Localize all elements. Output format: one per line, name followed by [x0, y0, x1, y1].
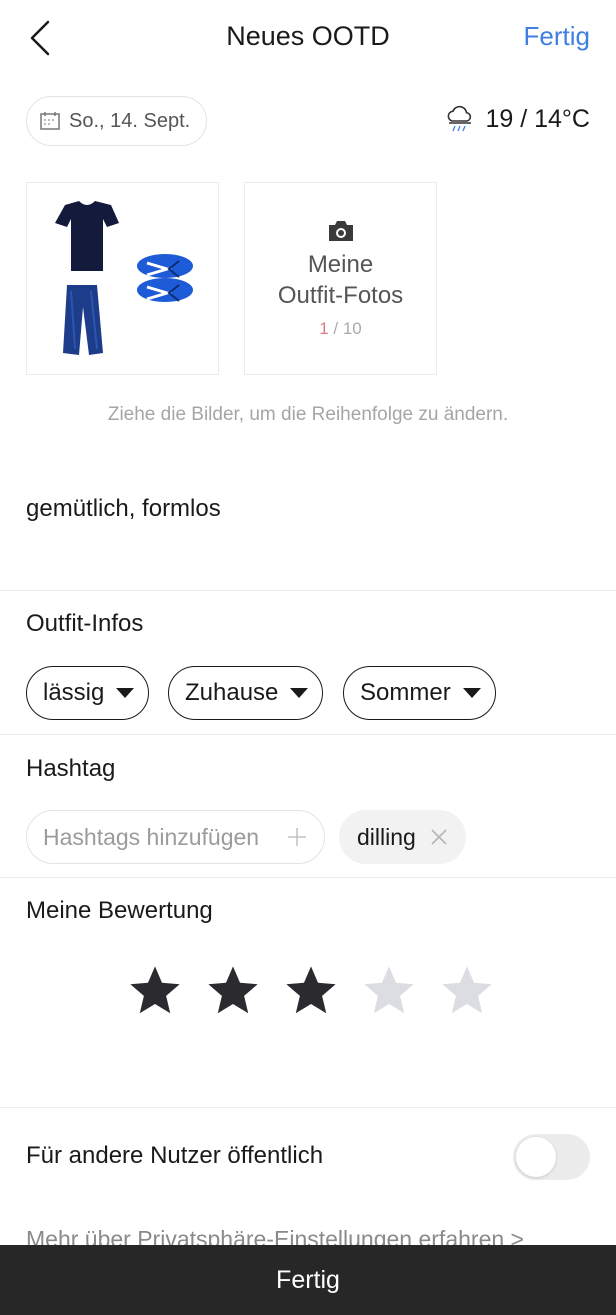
calendar-icon: [40, 112, 60, 130]
top-bar: Neues OOTD Fertig: [0, 0, 616, 76]
outfit-info-title: Outfit-Infos: [26, 610, 144, 637]
divider: [0, 1107, 616, 1108]
done-button-top[interactable]: Fertig: [524, 21, 590, 52]
rating-title: Meine Bewertung: [26, 897, 213, 924]
date-label: So., 14. Sept.: [69, 109, 191, 132]
chip-occasion[interactable]: Zuhause: [168, 666, 324, 720]
star-filled-icon[interactable]: [282, 962, 340, 1020]
plus-icon: [288, 828, 306, 846]
caret-down-icon: [290, 688, 309, 698]
weather-info: 19 / 14°C: [445, 104, 590, 134]
date-picker[interactable]: So., 14. Sept.: [26, 96, 208, 146]
public-toggle-label: Für andere Nutzer öffentlich: [26, 1142, 324, 1169]
outfit-collage-card[interactable]: [26, 182, 219, 375]
photo-count-total: / 10: [328, 318, 362, 338]
chip-label: lässig: [43, 679, 105, 706]
caret-down-icon: [462, 688, 481, 698]
hashtag-tag: dilling: [339, 810, 466, 864]
add-outfit-photo-card[interactable]: Meine Outfit-Fotos 1 / 10: [244, 182, 437, 375]
chip-label: Zuhause: [185, 679, 279, 706]
photo-count-current: 1: [319, 318, 329, 338]
caret-down-icon: [116, 688, 135, 698]
star-rating[interactable]: [126, 962, 496, 1020]
temperature-label: 19 / 14°C: [485, 104, 590, 133]
close-icon[interactable]: [430, 828, 448, 846]
photo-counter: 1 / 10: [319, 319, 362, 339]
hashtag-input[interactable]: Hashtags hinzufügen: [26, 810, 325, 864]
outfit-collage-image: [55, 201, 193, 355]
divider: [0, 734, 616, 735]
hashtag-placeholder: Hashtags hinzufügen: [43, 823, 260, 850]
divider: [0, 590, 616, 591]
toggle-knob: [516, 1137, 556, 1177]
star-empty-icon[interactable]: [360, 962, 418, 1020]
public-toggle[interactable]: [513, 1134, 590, 1180]
chip-style[interactable]: lässig: [26, 666, 150, 720]
hashtag-tag-label: dilling: [357, 823, 416, 850]
hashtag-title: Hashtag: [26, 755, 116, 782]
star-filled-icon[interactable]: [126, 962, 184, 1020]
add-photo-label-line2: Outfit-Fotos: [277, 281, 404, 309]
reorder-hint: Ziehe die Bilder, um die Reihenfolge zu …: [107, 404, 509, 425]
description-text[interactable]: gemütlich, formlos: [26, 495, 221, 523]
chip-season[interactable]: Sommer: [343, 666, 496, 720]
star-filled-icon[interactable]: [204, 962, 262, 1020]
divider: [0, 877, 616, 878]
add-photo-label-line1: Meine: [307, 250, 374, 278]
done-button-bottom[interactable]: Fertig: [0, 1245, 616, 1315]
cloud-rain-icon: [448, 105, 472, 132]
camera-icon: [328, 220, 353, 241]
star-empty-icon[interactable]: [438, 962, 496, 1020]
add-photo-label: Meine Outfit-Fotos: [278, 249, 403, 311]
chip-label: Sommer: [360, 679, 451, 706]
